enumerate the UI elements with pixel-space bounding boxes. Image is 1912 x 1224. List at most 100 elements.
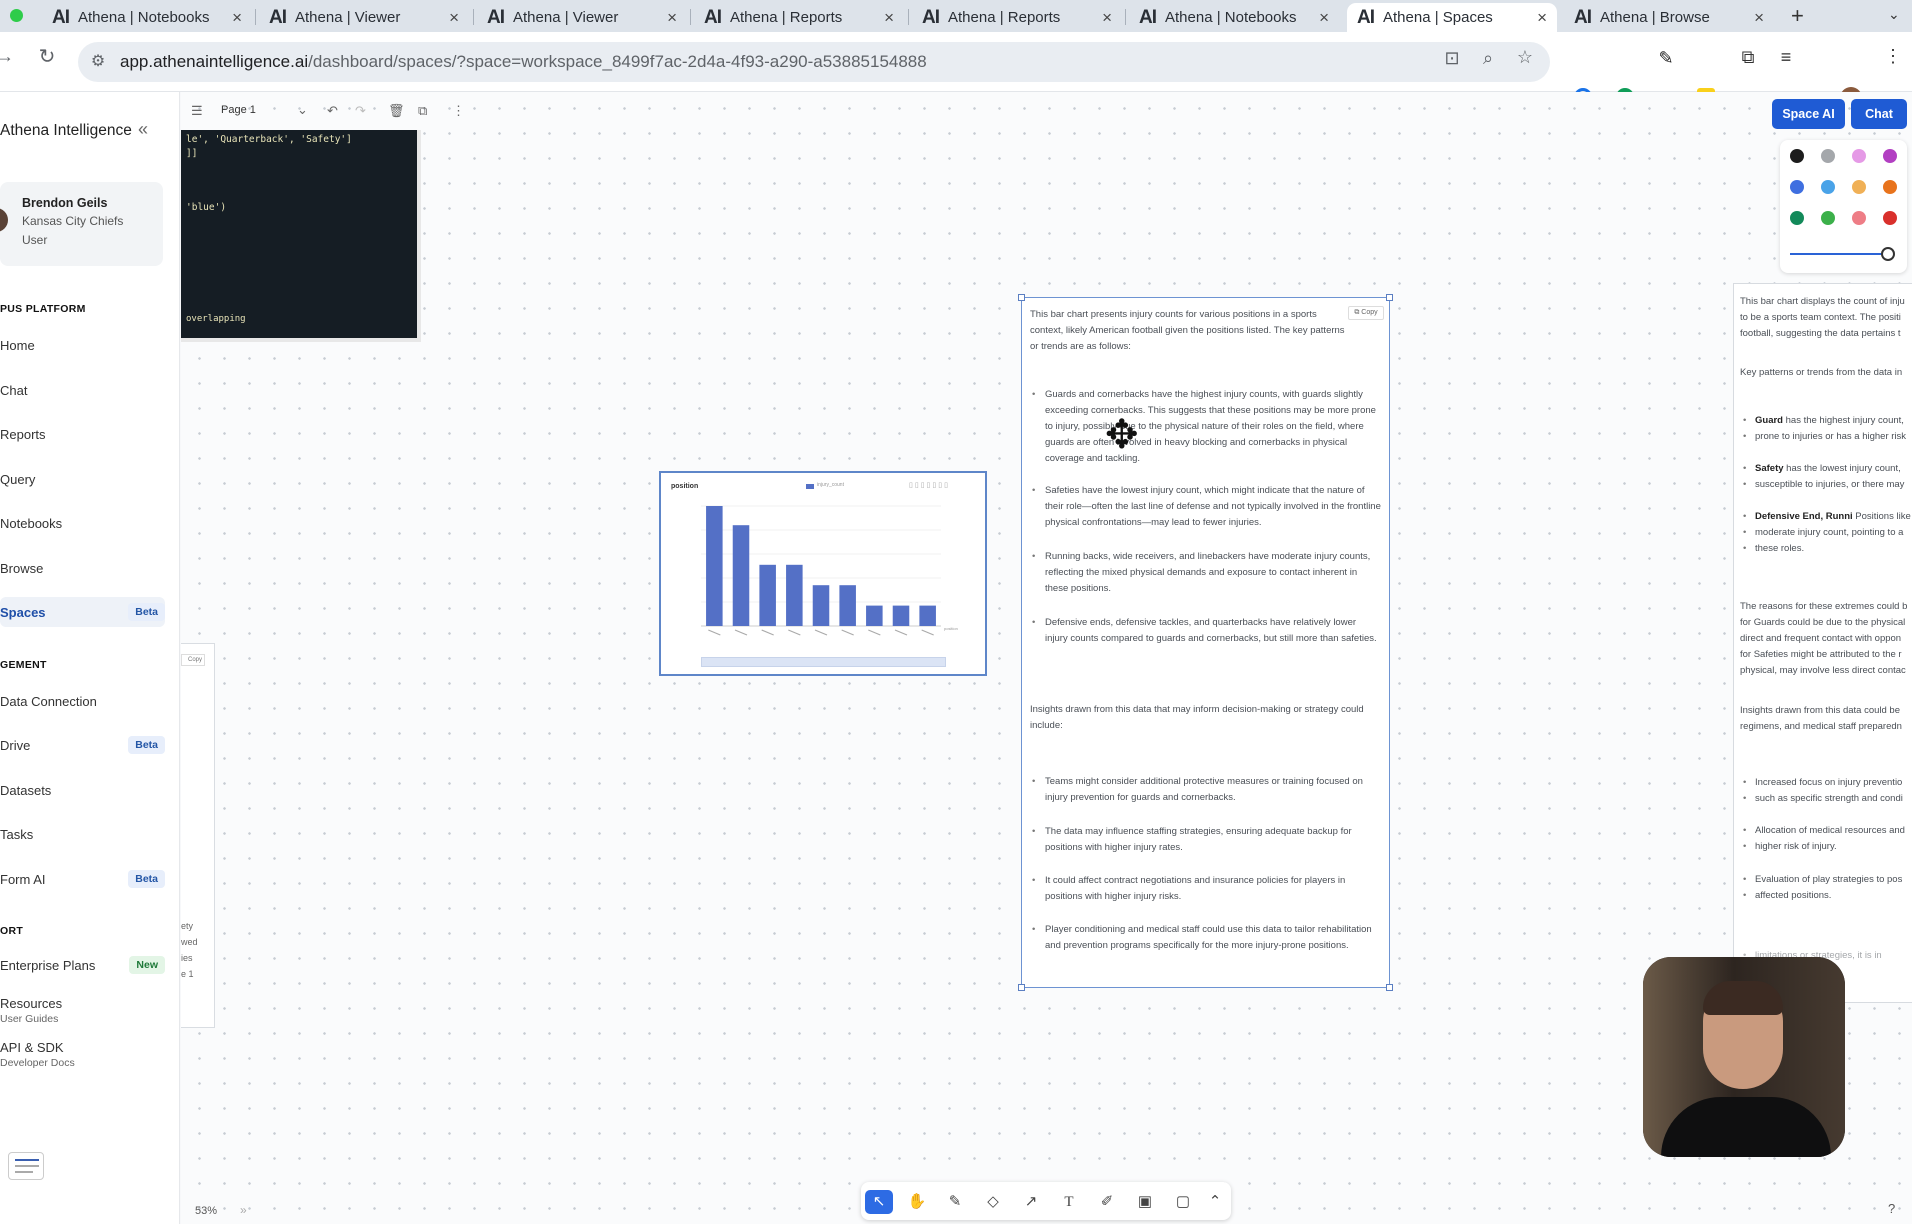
sidebar-item-enterprise-plans[interactable]: Enterprise Plans New: [0, 956, 165, 974]
chart-bar[interactable]: [759, 564, 776, 626]
color-swatch[interactable]: [1883, 149, 1897, 163]
browser-tab[interactable]: AI Athena | Reports ×: [912, 3, 1122, 32]
copy-button[interactable]: ⧉ Copy: [1348, 306, 1384, 320]
tab-list-icon[interactable]: ⌄: [1888, 6, 1900, 23]
reload-icon[interactable]: ↻: [36, 44, 58, 69]
close-tab-icon[interactable]: ×: [884, 8, 894, 28]
sidebar-item-form-ai[interactable]: Form AI Beta: [0, 870, 165, 888]
hand-tool-icon[interactable]: ✋: [903, 1190, 931, 1214]
eyedropper-icon[interactable]: ✎: [1656, 48, 1676, 69]
menu-icon[interactable]: ☰: [191, 103, 203, 119]
browser-tab[interactable]: AI Athena | Reports ×: [694, 3, 904, 32]
extensions-puzzle-icon[interactable]: ⧉: [1738, 47, 1758, 68]
partial-text-card-right[interactable]: This bar chart displays the count of inj…: [1733, 283, 1912, 1003]
site-settings-icon[interactable]: ⚙: [88, 51, 108, 71]
browser-tab[interactable]: AI Athena | Viewer ×: [259, 3, 469, 32]
chart-bar[interactable]: [732, 525, 750, 626]
sidebar-item-datasets[interactable]: Datasets: [0, 783, 165, 798]
rectangle-tool-icon[interactable]: ▢: [1169, 1190, 1197, 1214]
chevron-down-icon[interactable]: ⌄: [297, 102, 308, 118]
note-tool-icon[interactable]: ✐: [1093, 1190, 1121, 1214]
sidebar-item-browse[interactable]: Browse: [0, 561, 165, 576]
text-tool-icon[interactable]: T: [1055, 1190, 1083, 1214]
browser-tab[interactable]: AI Athena | Notebooks ×: [42, 3, 252, 32]
document-icon[interactable]: [8, 1152, 44, 1180]
resize-handle[interactable]: [1018, 294, 1025, 301]
sidebar-item-reports[interactable]: Reports: [0, 427, 165, 442]
close-tab-icon[interactable]: ×: [1102, 8, 1112, 28]
user-card[interactable]: Brendon Geils Kansas City Chiefs User: [0, 182, 163, 266]
collapse-sidebar-icon[interactable]: «: [138, 119, 148, 140]
sidebar-item-query[interactable]: Query: [0, 472, 165, 487]
chart-bar[interactable]: [812, 585, 830, 626]
chart-bar[interactable]: [706, 506, 723, 626]
color-swatch[interactable]: [1790, 211, 1804, 225]
sidebar-item-data-connection[interactable]: Data Connection: [0, 694, 165, 709]
close-tab-icon[interactable]: ×: [1537, 8, 1547, 28]
redo-icon[interactable]: ↷: [355, 103, 366, 119]
undo-icon[interactable]: ↶: [327, 103, 338, 119]
color-swatch[interactable]: [1852, 211, 1866, 225]
chart-bar[interactable]: [839, 585, 856, 626]
chart-bar[interactable]: [786, 564, 803, 626]
chart-card[interactable]: position injury_count ▯▯▯▯▯▯▯ position: [659, 471, 987, 676]
chart-bar[interactable]: [866, 605, 883, 626]
more-options-icon[interactable]: ⋮: [452, 103, 465, 119]
chat-button[interactable]: Chat: [1851, 99, 1907, 129]
delete-icon[interactable]: 🗑: [388, 103, 405, 119]
browser-tab[interactable]: AI Athena | Viewer ×: [477, 3, 687, 32]
help-button[interactable]: ?: [1888, 1201, 1895, 1216]
color-swatch[interactable]: [1790, 149, 1804, 163]
color-swatch[interactable]: [1852, 180, 1866, 194]
color-swatch[interactable]: [1790, 180, 1804, 194]
image-tool-icon[interactable]: ▣: [1131, 1190, 1159, 1214]
color-swatch[interactable]: [1852, 149, 1866, 163]
close-tab-icon[interactable]: ×: [1754, 8, 1764, 28]
expand-icon[interactable]: »: [240, 1203, 247, 1217]
browser-menu-icon[interactable]: ⋮: [1884, 46, 1902, 67]
duplicate-icon[interactable]: ⧉: [418, 103, 427, 119]
zoom-icon[interactable]: ⌕: [1478, 48, 1498, 69]
slider-thumb[interactable]: [1881, 247, 1895, 261]
chart-bar[interactable]: [919, 605, 936, 626]
resize-handle[interactable]: [1386, 294, 1393, 301]
close-tab-icon[interactable]: ×: [232, 8, 242, 28]
sidebar-item-api-sdk[interactable]: API & SDK Developer Docs: [0, 1040, 165, 1069]
color-swatch[interactable]: [1883, 180, 1897, 194]
eraser-tool-icon[interactable]: ◇: [979, 1190, 1007, 1214]
browser-tab[interactable]: AI Athena | Notebooks ×: [1129, 3, 1339, 32]
resize-handle[interactable]: [1386, 984, 1393, 991]
chart-bar[interactable]: [892, 605, 910, 626]
media-control-icon[interactable]: ≡: [1776, 47, 1796, 68]
color-swatch[interactable]: [1821, 180, 1835, 194]
select-tool-icon[interactable]: ↖: [865, 1190, 893, 1214]
browser-tab[interactable]: AI Athena | Browse ×: [1564, 3, 1774, 32]
chevron-up-icon[interactable]: ⌃: [1201, 1190, 1229, 1214]
browser-tab[interactable]: AI Athena | Spaces ×: [1347, 3, 1557, 32]
color-swatch[interactable]: [1821, 149, 1835, 163]
resize-handle[interactable]: [1018, 984, 1025, 991]
code-output-card[interactable]: le', 'Quarterback', 'Safety'] ]] 'blue')…: [181, 130, 421, 342]
close-tab-icon[interactable]: ×: [1319, 8, 1329, 28]
analysis-text-card[interactable]: ⧉ Copy This bar chart presents injury co…: [1018, 294, 1393, 991]
new-tab-button[interactable]: +: [1791, 3, 1804, 29]
install-app-icon[interactable]: ⊡: [1442, 48, 1462, 69]
sidebar-item-home[interactable]: Home: [0, 338, 165, 353]
back-icon[interactable]: →: [0, 46, 14, 67]
page-select[interactable]: Page 1: [221, 104, 256, 116]
close-tab-icon[interactable]: ×: [449, 8, 459, 28]
sidebar-item-chat[interactable]: Chat: [0, 383, 165, 398]
close-tab-icon[interactable]: ×: [667, 8, 677, 28]
space-ai-button[interactable]: Space AI: [1772, 99, 1845, 129]
arrow-tool-icon[interactable]: ↗: [1017, 1190, 1045, 1214]
pencil-tool-icon[interactable]: ✎: [941, 1190, 969, 1214]
stroke-width-slider[interactable]: [1790, 253, 1890, 255]
copy-button[interactable]: Copy: [181, 654, 205, 666]
sidebar-item-tasks[interactable]: Tasks: [0, 827, 165, 842]
bookmark-star-icon[interactable]: ☆: [1515, 47, 1535, 68]
window-close-dot[interactable]: [10, 9, 23, 22]
sidebar-item-drive[interactable]: Drive Beta: [0, 736, 165, 754]
color-swatch[interactable]: [1821, 211, 1835, 225]
zoom-level[interactable]: 53%: [195, 1205, 217, 1217]
sidebar-item-spaces[interactable]: Spaces Beta: [0, 597, 165, 627]
